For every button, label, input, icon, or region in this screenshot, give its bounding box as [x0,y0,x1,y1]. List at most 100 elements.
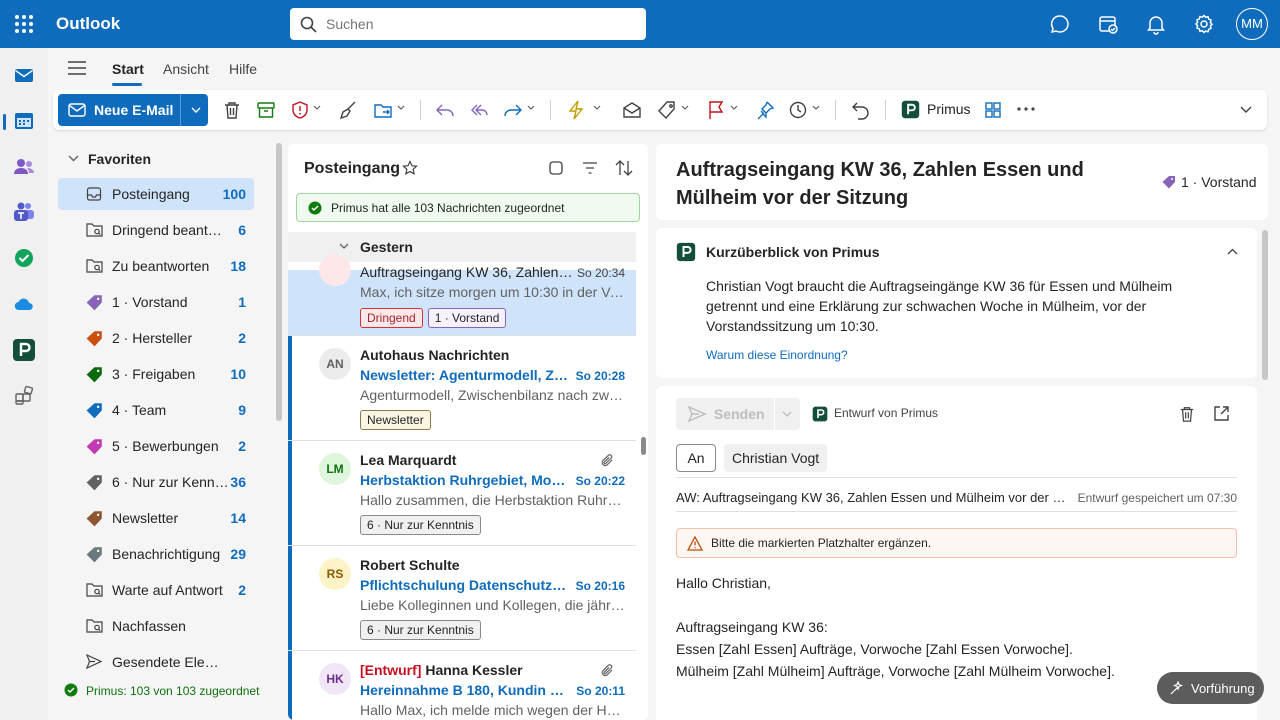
folder-item[interactable]: 2 · Hersteller 2 [58,322,254,354]
message-list-scrollbar[interactable] [641,437,646,455]
category-tag[interactable]: 6 · Nur zur Kenntnis [360,620,481,640]
read-unread-icon[interactable] [622,100,642,120]
folder-item[interactable]: 3 · Freigaben 10 [58,358,254,390]
menu-icon[interactable] [68,60,86,76]
reply-subject-field[interactable]: AW: Auftragseingang KW 36, Zahlen Essen … [676,490,1072,505]
onedrive-icon[interactable] [12,292,36,316]
reply-icon[interactable] [435,100,455,120]
chevron-down-icon[interactable] [313,105,321,110]
chevron-down-icon[interactable] [593,105,601,110]
chevron-down-icon[interactable] [191,107,201,113]
folder-item[interactable]: Nachfassen [58,610,254,642]
tag-icon [86,546,103,563]
tab-hilfe[interactable]: Hilfe [229,61,257,77]
app-title[interactable]: Outlook [56,14,120,34]
presentation-button[interactable]: Vorführung [1157,672,1264,704]
mail-icon[interactable] [12,63,36,87]
primus-button[interactable]: Primus [901,100,971,120]
mail-body[interactable]: Hallo Christian, Auftragseingang KW 36: … [676,572,1237,682]
pop-out-icon[interactable] [1213,405,1230,422]
categorize-icon[interactable] [657,100,677,120]
app-launcher-icon[interactable] [14,14,34,34]
message-item[interactable]: AN Autohaus Nachrichten Newsletter: Agentu… [288,336,636,441]
folder-item[interactable]: Warte auf Antwort 2 [58,574,254,606]
quick-steps-icon[interactable] [567,100,585,120]
to-button[interactable]: An [676,444,716,472]
gear-icon[interactable] [1192,12,1216,36]
chevron-down-icon[interactable] [397,105,405,110]
message-item[interactable]: RS Robert Schulte Pflichtschulung Datensch… [288,546,636,651]
apps-icon[interactable] [984,100,1002,120]
message-item[interactable]: LM Lea Marquardt Herbstaktion Ruhrgebiet, … [288,441,636,546]
category-tag[interactable]: Dringend [360,308,423,328]
bell-icon[interactable] [1144,12,1168,36]
folder-unread-count: 6 [238,222,246,238]
folder-item[interactable]: 5 · Bewerbungen 2 [58,430,254,462]
message-item[interactable]: HK [Entwurf] Hanna Kessler Hereinnahme B 1… [288,651,636,720]
move-to-folder-icon[interactable] [373,100,393,120]
folder-item[interactable]: 6 · Nur zur Kenntnis 36 [58,466,254,498]
folder-item[interactable]: Gesendete Elemente [58,646,254,678]
folder-item[interactable]: Benachrichtigung 29 [58,538,254,570]
search-input[interactable] [326,8,626,40]
pin-icon[interactable] [755,100,775,120]
undo-icon[interactable] [851,100,871,120]
reply-all-icon[interactable] [469,100,489,120]
select-icon[interactable] [548,160,564,176]
primus-logo-icon [676,242,696,262]
recipient-chip[interactable]: Christian Vogt [724,444,828,472]
folder-item[interactable]: 1 · Vorstand 1 [58,286,254,318]
calendar-icon[interactable] [12,109,36,133]
sort-icon[interactable] [615,160,633,176]
chevron-down-icon[interactable] [527,105,535,110]
chevron-down-icon [68,155,79,162]
my-day-icon[interactable] [1096,12,1120,36]
chevron-down-icon[interactable] [681,105,689,110]
chevron-down-icon[interactable] [782,411,792,417]
chevron-down-icon[interactable] [812,105,820,110]
folder-item[interactable]: Newsletter 14 [58,502,254,534]
delete-icon[interactable] [223,100,241,120]
flag-icon[interactable] [707,100,725,120]
category-tag[interactable]: 1 · Vorstand [427,308,507,328]
snooze-icon[interactable] [788,100,808,120]
send-button[interactable]: Senden [676,398,800,430]
category-tag[interactable]: Newsletter [360,410,431,430]
send-label: Senden [714,406,765,422]
tag-icon [86,330,103,347]
folder-scrollbar[interactable] [276,143,282,421]
folder-item[interactable]: Zu beantworten 18 [58,250,254,282]
primus-app-icon[interactable] [12,338,36,362]
filter-icon[interactable] [582,161,598,175]
people-icon[interactable] [12,155,36,179]
chevron-up-icon[interactable] [1227,248,1238,255]
archive-icon[interactable] [257,100,275,120]
forward-icon[interactable] [503,100,523,120]
delete-icon[interactable] [1179,405,1195,423]
avatar[interactable]: MM [1236,8,1268,40]
reading-pane-scrollbar[interactable] [1262,230,1268,380]
folder-item[interactable]: Posteingang 100 [58,178,254,210]
report-icon[interactable] [291,100,309,120]
search-box[interactable] [290,8,646,40]
presentation-label: Vorführung [1191,681,1255,696]
star-icon[interactable] [402,160,418,176]
message-item[interactable]: Auftragseingang KW 36, Zahlen Essen und … [288,254,636,336]
sender-avatar [319,254,351,286]
new-mail-button[interactable]: Neue E-Mail [58,94,208,126]
ribbon-collapse-icon[interactable] [1240,106,1252,126]
todo-icon[interactable] [12,246,36,270]
group-label: Gestern [360,239,413,255]
folder-item[interactable]: Dringend beantworten 6 [58,214,254,246]
category-tag[interactable]: 6 · Nur zur Kenntnis [360,515,481,535]
tab-ansicht[interactable]: Ansicht [163,61,209,77]
sweep-icon[interactable] [339,100,357,120]
chevron-down-icon[interactable] [730,105,738,110]
chat-icon[interactable] [1048,12,1072,36]
more-options-icon[interactable] [1017,107,1035,127]
folder-item[interactable]: 4 · Team 9 [58,394,254,426]
tab-start[interactable]: Start [112,61,144,77]
more-apps-icon[interactable] [12,384,36,408]
teams-icon[interactable] [12,200,36,224]
summary-link[interactable]: Warum diese Einordnung? [706,348,848,362]
